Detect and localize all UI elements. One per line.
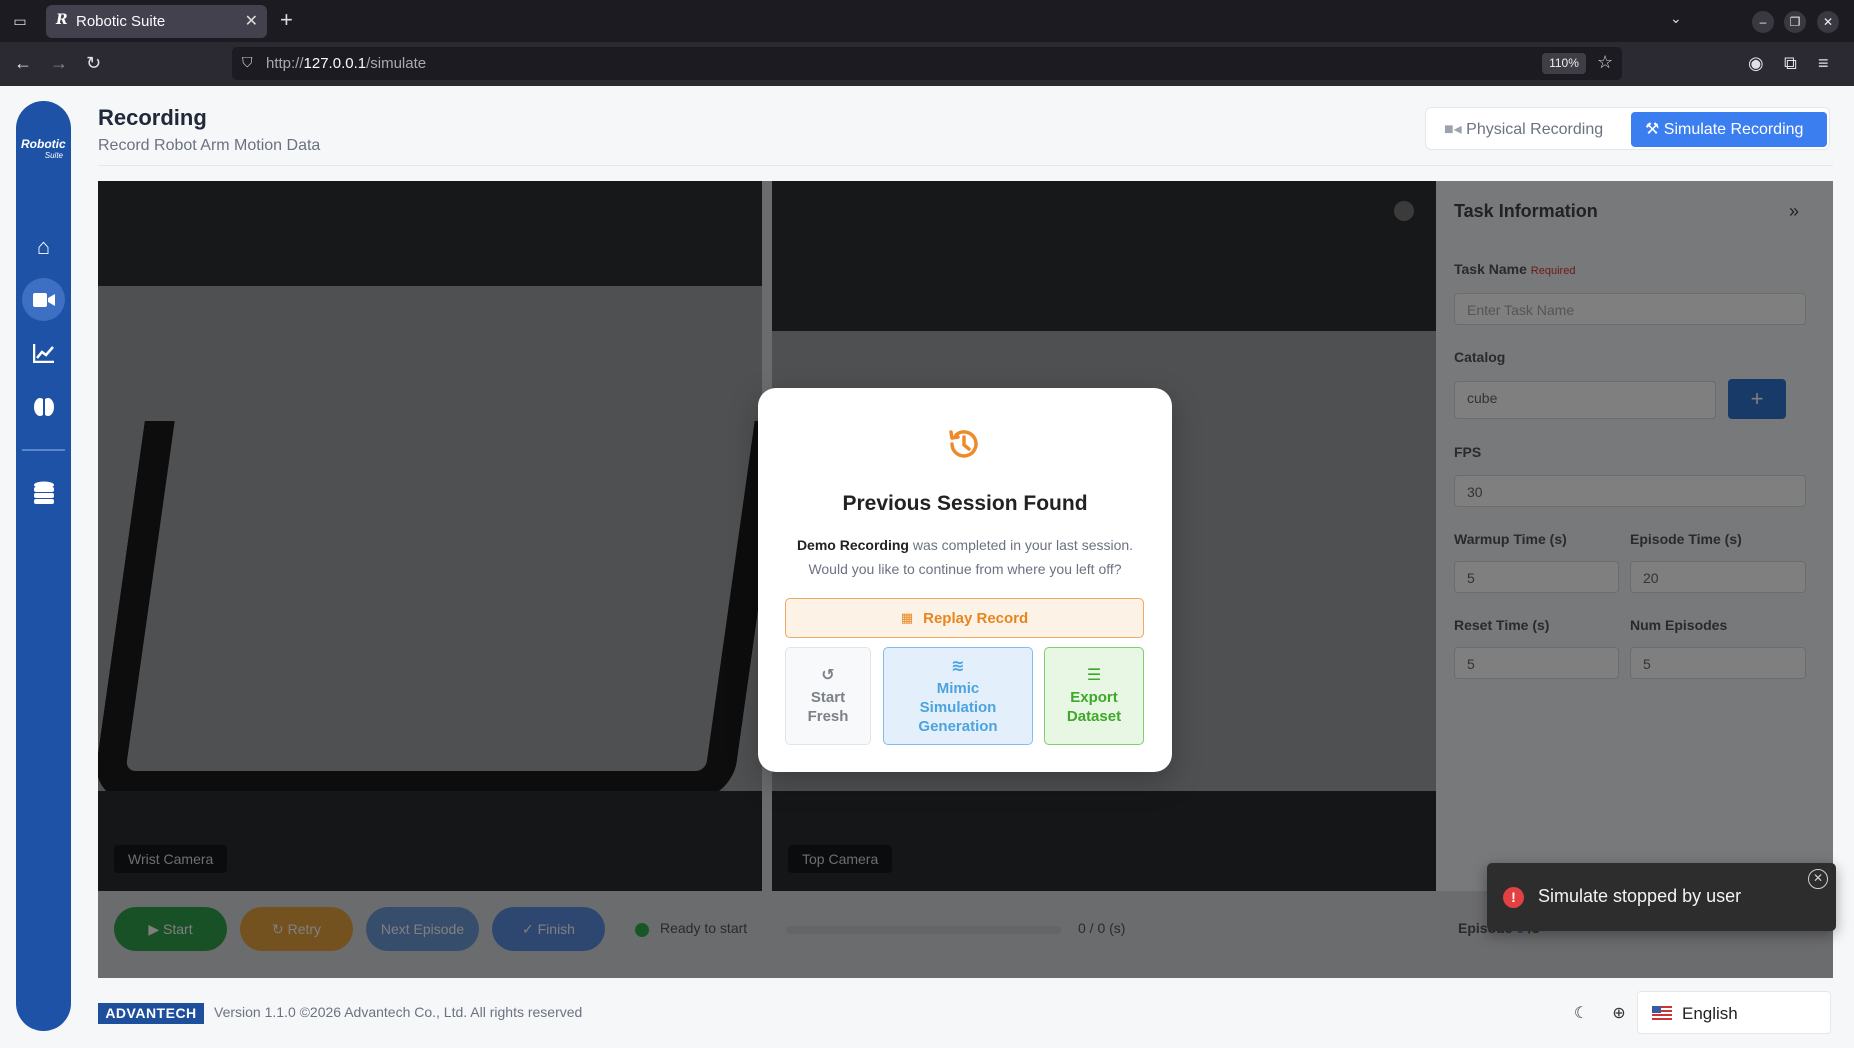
version-text: Version 1.1.0 ©2026 Advantech Co., Ltd. … bbox=[214, 1004, 583, 1020]
globe-icon[interactable]: ⊕ bbox=[1608, 1003, 1630, 1025]
bookmark-star-icon[interactable]: ☆ bbox=[1597, 52, 1613, 73]
shield-icon: ⛉ bbox=[242, 54, 253, 70]
account-icon[interactable]: ◉ bbox=[1748, 53, 1764, 73]
tab-title: Robotic Suite bbox=[76, 13, 166, 30]
database-icon[interactable] bbox=[22, 471, 65, 514]
back-icon[interactable]: ← bbox=[14, 53, 32, 73]
language-label: English bbox=[1682, 1004, 1738, 1023]
header-divider bbox=[98, 165, 1833, 166]
window-close-icon[interactable]: ✕ bbox=[1817, 11, 1839, 33]
home-icon[interactable]: ⌂ bbox=[22, 225, 65, 268]
simulate-recording-button[interactable]: ⚒ Simulate Recording bbox=[1631, 112, 1827, 147]
extensions-icon[interactable]: ⧉ bbox=[1784, 53, 1797, 73]
page-subtitle: Record Robot Arm Motion Data bbox=[98, 137, 321, 154]
restore-icon[interactable]: ❐ bbox=[1784, 11, 1806, 33]
layers-icon: ≋ bbox=[951, 657, 965, 675]
tab-list-icon[interactable]: ▭ bbox=[10, 12, 30, 30]
moon-icon[interactable]: ☾ bbox=[1570, 1003, 1592, 1025]
chart-icon[interactable] bbox=[22, 331, 65, 374]
export-dataset-button[interactable]: ☰ Export Dataset bbox=[1044, 647, 1144, 745]
undo-icon: ↺ bbox=[821, 667, 835, 684]
previous-session-dialog: Previous Session Found Demo Recording wa… bbox=[758, 388, 1172, 772]
us-flag-icon bbox=[1652, 1006, 1672, 1020]
brain-icon[interactable] bbox=[22, 385, 65, 428]
robot-arm-icon: ⚒ bbox=[1645, 121, 1660, 138]
error-toast: ! Simulate stopped by user ✕ bbox=[1487, 863, 1836, 931]
film-icon: ▦ bbox=[900, 610, 914, 625]
advantech-logo: ADVANTECH bbox=[98, 1003, 204, 1024]
page-title: Recording bbox=[98, 105, 207, 130]
menu-icon[interactable]: ≡ bbox=[1818, 53, 1829, 73]
browser-tab-bar: ▭ R Robotic Suite ✕ + ⌄ – ❐ ✕ bbox=[0, 0, 1854, 42]
url-text: http://127.0.0.1/simulate bbox=[266, 55, 427, 72]
toast-message: Simulate stopped by user bbox=[1538, 886, 1742, 906]
minimize-icon[interactable]: – bbox=[1752, 11, 1774, 33]
mimic-simulation-generation-button[interactable]: ≋ Mimic Simulation Generation bbox=[883, 647, 1033, 745]
favicon-icon: R bbox=[56, 12, 68, 28]
physical-recording-button[interactable]: ■◂ Physical Recording bbox=[1430, 112, 1617, 147]
browser-nav-bar: ← → ↻ ⛉ http://127.0.0.1/simulate 110% ☆… bbox=[0, 42, 1854, 86]
zoom-level[interactable]: 110% bbox=[1542, 53, 1586, 74]
url-bar[interactable]: ⛉ http://127.0.0.1/simulate 110% ☆ bbox=[232, 47, 1622, 80]
new-tab-icon[interactable]: + bbox=[280, 8, 293, 32]
dialog-title: Previous Session Found bbox=[842, 492, 1088, 515]
forward-icon[interactable]: → bbox=[50, 53, 68, 73]
dialog-description: Demo Recording was completed in your las… bbox=[796, 537, 1134, 577]
start-fresh-button[interactable]: ↺ Start Fresh bbox=[785, 647, 871, 745]
error-icon: ! bbox=[1503, 887, 1524, 908]
close-tab-icon[interactable]: ✕ bbox=[245, 11, 258, 31]
history-icon bbox=[949, 430, 978, 458]
database-icon: ☰ bbox=[1086, 667, 1102, 684]
language-selector[interactable]: English bbox=[1637, 991, 1831, 1034]
browser-tab[interactable]: R Robotic Suite ✕ bbox=[46, 5, 267, 38]
replay-record-button[interactable]: ▦ Replay Record bbox=[785, 598, 1144, 638]
video-icon[interactable] bbox=[22, 278, 65, 321]
video-camera-icon: ■◂ bbox=[1444, 121, 1462, 138]
chevron-down-icon[interactable]: ⌄ bbox=[1670, 10, 1682, 27]
reload-icon[interactable]: ↻ bbox=[86, 53, 101, 73]
app-logo: Robotic Suite bbox=[21, 137, 66, 160]
toast-close-icon[interactable]: ✕ bbox=[1808, 869, 1828, 889]
sidebar-divider bbox=[22, 449, 65, 451]
mode-switch: ■◂ Physical Recording ⚒ Simulate Recordi… bbox=[1425, 107, 1830, 150]
sidebar: Robotic Suite ⌂ bbox=[16, 101, 71, 1031]
